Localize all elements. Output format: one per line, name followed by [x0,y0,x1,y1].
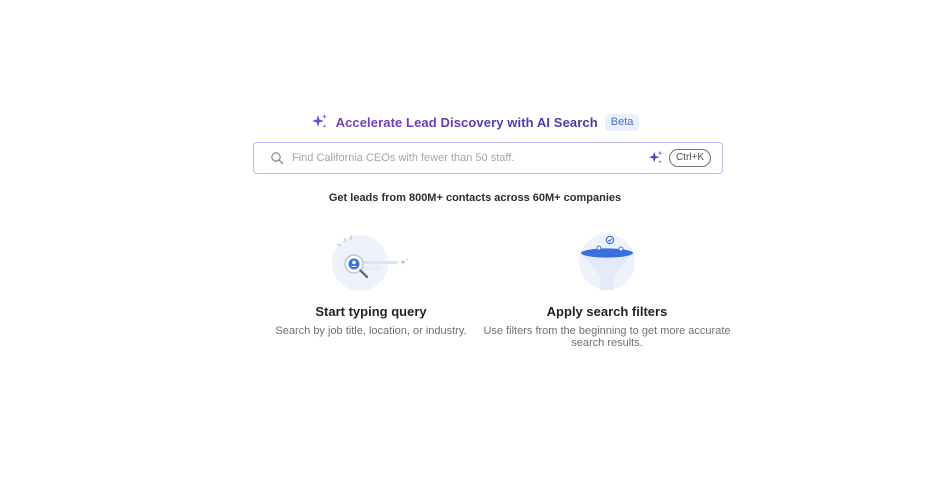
search-person-icon [332,235,409,291]
ai-search-header: Accelerate Lead Discovery with AI Search… [0,111,950,133]
filter-funnel-icon [579,234,635,290]
ai-search-empty-state: Accelerate Lead Discovery with AI Search… [0,0,950,484]
feature-description: Use filters from the beginning to get mo… [483,325,731,349]
tagline: Get leads from 800M+ contacts across 60M… [328,192,622,204]
feature-apply-filters: Apply search filters Use filters from th… [477,232,737,349]
search-input[interactable] [292,148,632,168]
ai-sparkle-button-icon[interactable] [648,150,664,166]
sparkle-icon [311,113,329,131]
keyboard-shortcut-hint: Ctrl+K [668,149,711,167]
feature-title: Start typing query [315,304,427,319]
feature-description: Search by job title, location, or indust… [275,325,467,337]
ai-search-bar[interactable]: Ctrl+K [253,142,723,174]
page-title: Accelerate Lead Discovery with AI Search [335,114,598,130]
feature-title: Apply search filters [546,304,668,319]
search-icon [270,151,284,165]
beta-badge: Beta [604,113,640,131]
feature-start-typing: Start typing query Search by job title, … [241,232,501,337]
